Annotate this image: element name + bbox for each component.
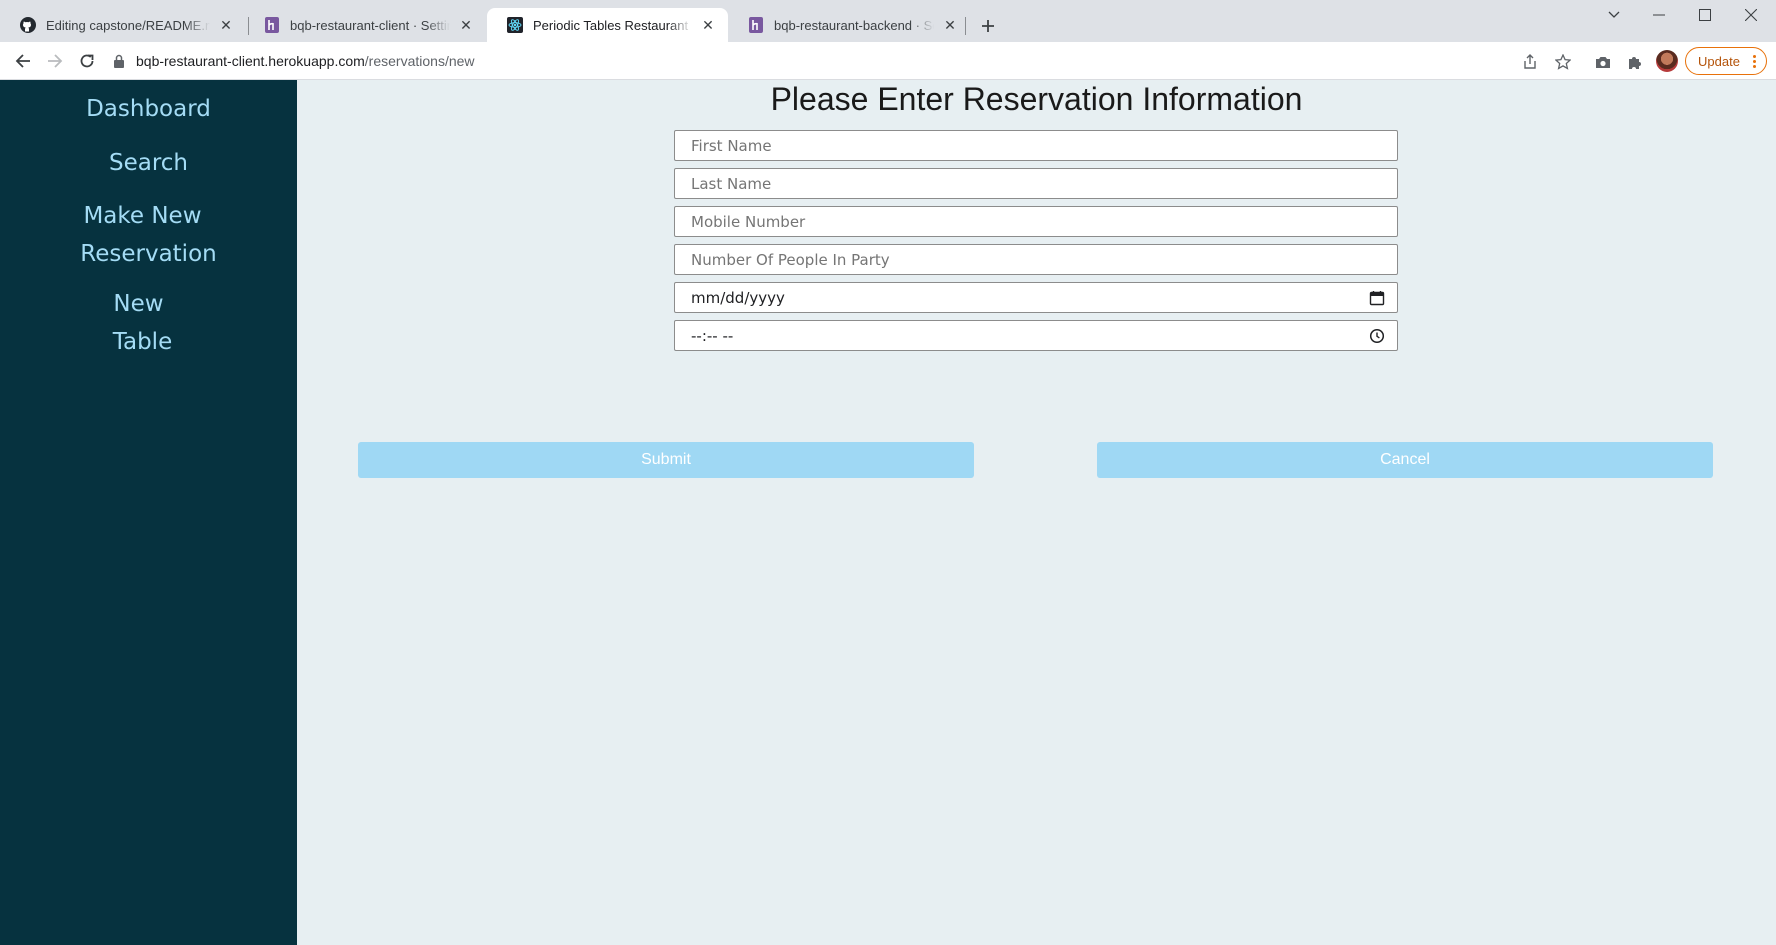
bookmark-button[interactable] <box>1552 51 1574 73</box>
first-name-placeholder: First Name <box>691 136 772 155</box>
maximize-button[interactable] <box>1682 0 1728 30</box>
tab-title: bqb-restaurant-client · Settings | Herok… <box>290 17 450 33</box>
arrow-left-icon <box>15 54 30 68</box>
maximize-icon <box>1699 9 1711 21</box>
cancel-button[interactable]: Cancel <box>1097 442 1713 478</box>
puzzle-icon <box>1629 57 1641 69</box>
sidebar-item-label: New <box>113 291 164 317</box>
people-count-field[interactable]: Number Of People In Party <box>674 244 1398 275</box>
heroku-icon <box>748 17 764 33</box>
lock-icon <box>114 54 124 68</box>
sidebar-item-label: Dashboard <box>86 96 211 122</box>
close-window-button[interactable] <box>1728 0 1774 30</box>
address-bar[interactable]: bqb-restaurant-client.herokuapp.com/rese… <box>112 46 1512 76</box>
sidebar-item-label: Table <box>112 329 173 355</box>
sidebar-item-make-new-reservation[interactable]: Make New Reservation <box>0 197 291 273</box>
tab-title: Periodic Tables Restaurant Reservation <box>533 17 692 33</box>
arrow-right-icon <box>48 54 63 68</box>
tab-periodic-tables[interactable]: Periodic Tables Restaurant Reservation ✕ <box>487 8 728 42</box>
star-icon <box>1555 54 1571 70</box>
tab-title: Editing capstone/README.md at main <box>46 17 210 33</box>
tab-github-readme[interactable]: Editing capstone/README.md at main ✕ <box>0 8 246 42</box>
page-content: Dashboard Search Make New Reservation Ne… <box>0 80 1776 945</box>
tab-separator <box>965 17 966 35</box>
sidebar-item-label: Search <box>108 150 189 176</box>
url-host: bqb-restaurant-client.herokuapp.com <box>136 53 365 69</box>
date-value: mm/dd/yyyy <box>691 288 785 307</box>
close-icon <box>1745 9 1757 21</box>
mobile-number-field[interactable]: Mobile Number <box>674 206 1398 237</box>
extensions-button[interactable] <box>1624 51 1646 73</box>
new-tab-button[interactable] <box>974 12 1002 40</box>
github-icon <box>20 17 36 33</box>
sidebar-item-search[interactable]: Search <box>0 144 297 182</box>
tab-heroku-backend-settings[interactable]: bqb-restaurant-backend · Settings | Hero… <box>728 8 970 42</box>
sidebar-item-label: Make New <box>83 203 202 229</box>
reservation-time-field[interactable]: --:-- -- <box>674 320 1398 351</box>
sidebar-item-dashboard[interactable]: Dashboard <box>0 90 297 128</box>
close-icon[interactable]: ✕ <box>218 17 234 33</box>
sidebar-item-label: Reservation <box>80 241 217 267</box>
chevron-down-icon <box>1608 11 1620 18</box>
update-label: Update <box>1698 53 1740 69</box>
share-button[interactable] <box>1519 51 1541 73</box>
last-name-field[interactable]: Last Name <box>674 168 1398 199</box>
forward-button[interactable] <box>40 46 70 76</box>
submit-button[interactable]: Submit <box>358 442 974 478</box>
last-name-placeholder: Last Name <box>691 174 772 193</box>
sidebar: Dashboard Search Make New Reservation Ne… <box>0 80 297 945</box>
browser-tab-strip: Editing capstone/README.md at main ✕ bqb… <box>0 0 1776 42</box>
tab-search-button[interactable] <box>1591 0 1637 30</box>
share-icon <box>1524 54 1536 69</box>
url-path: /reservations/new <box>364 53 475 69</box>
tab-title: bqb-restaurant-backend · Settings | Hero… <box>774 17 934 33</box>
back-button[interactable] <box>8 46 38 76</box>
close-icon[interactable]: ✕ <box>700 17 716 33</box>
heroku-icon <box>264 17 280 33</box>
minimize-icon <box>1653 14 1665 16</box>
minimize-button[interactable] <box>1636 0 1682 30</box>
reservation-date-field[interactable]: mm/dd/yyyy <box>674 282 1398 313</box>
reload-button[interactable] <box>72 46 102 76</box>
calendar-icon[interactable] <box>1369 290 1385 306</box>
browser-toolbar: bqb-restaurant-client.herokuapp.com/rese… <box>0 42 1776 80</box>
plus-icon <box>982 20 994 32</box>
page-title: Please Enter Reservation Information <box>770 81 1303 117</box>
reload-icon <box>80 54 94 68</box>
tab-heroku-client-settings[interactable]: bqb-restaurant-client · Settings | Herok… <box>244 8 486 42</box>
camera-icon <box>1596 57 1610 68</box>
more-menu-icon[interactable] <box>1753 55 1756 68</box>
screenshot-button[interactable] <box>1592 51 1614 73</box>
first-name-field[interactable]: First Name <box>674 130 1398 161</box>
mobile-number-placeholder: Mobile Number <box>691 212 806 231</box>
close-icon[interactable]: ✕ <box>458 17 474 33</box>
sidebar-item-new-table[interactable]: New Table <box>0 285 287 361</box>
close-icon[interactable]: ✕ <box>942 17 958 33</box>
time-value: --:-- -- <box>691 326 734 345</box>
people-count-placeholder: Number Of People In Party <box>691 250 890 269</box>
update-button[interactable]: Update <box>1685 47 1767 75</box>
clock-icon[interactable] <box>1369 328 1385 344</box>
react-icon <box>507 17 523 33</box>
profile-avatar[interactable] <box>1656 50 1678 72</box>
